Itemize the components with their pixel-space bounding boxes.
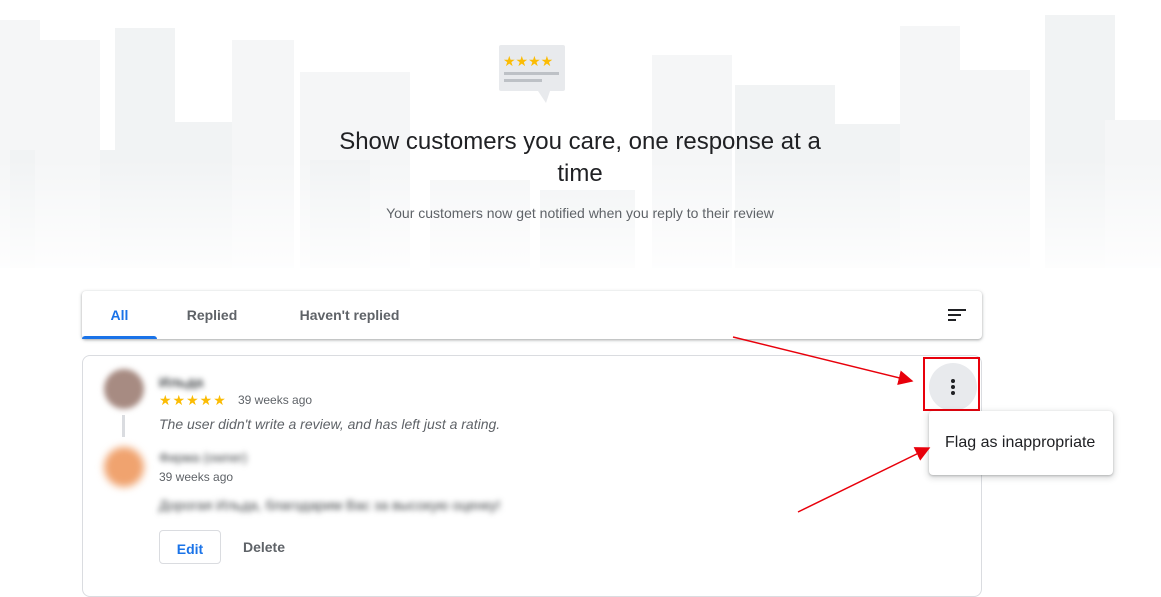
- flag-as-inappropriate-item[interactable]: Flag as inappropriate: [929, 425, 1113, 461]
- svg-text:★★★★: ★★★★: [503, 54, 553, 70]
- review-stars-icon: ★★★★: [499, 45, 565, 103]
- tab-havent-replied-label: Haven't replied: [299, 307, 400, 323]
- tab-havent-replied[interactable]: Haven't replied: [282, 291, 417, 339]
- owner-avatar: [104, 447, 144, 487]
- thread-connector: [122, 415, 125, 437]
- hero-subtitle: Your customers now get notified when you…: [386, 205, 774, 221]
- review-time: 39 weeks ago: [238, 393, 313, 407]
- tab-all[interactable]: All: [82, 291, 157, 339]
- review-text: The user didn't write a review, and has …: [159, 416, 501, 432]
- owner-name: Фирма (owner): [159, 450, 248, 465]
- reviewer-name[interactable]: Ильда: [159, 374, 203, 390]
- review-tabs-bar: All Replied Haven't replied: [82, 291, 982, 339]
- star-rating: ★★★★★: [159, 392, 227, 408]
- reply-time: 39 weeks ago: [159, 470, 234, 484]
- annotation-highlight-box: [923, 357, 980, 411]
- hero-banner: ★★★★ Show customers you care, one respon…: [0, 0, 1161, 268]
- overflow-menu: Flag as inappropriate: [929, 411, 1113, 475]
- edit-reply-button[interactable]: Edit: [159, 530, 221, 564]
- tab-replied[interactable]: Replied: [172, 291, 252, 339]
- tab-replied-label: Replied: [186, 307, 238, 323]
- tab-all-label: All: [110, 307, 129, 323]
- active-tab-indicator: [82, 336, 157, 339]
- sort-icon[interactable]: [948, 307, 968, 323]
- hero-title: Show customers you care, one response at…: [339, 128, 821, 187]
- reviewer-avatar[interactable]: [104, 369, 144, 409]
- delete-reply-button[interactable]: Delete: [236, 530, 292, 564]
- reply-text: Дорогая Ильда, благодарим Вас за высокую…: [159, 497, 501, 513]
